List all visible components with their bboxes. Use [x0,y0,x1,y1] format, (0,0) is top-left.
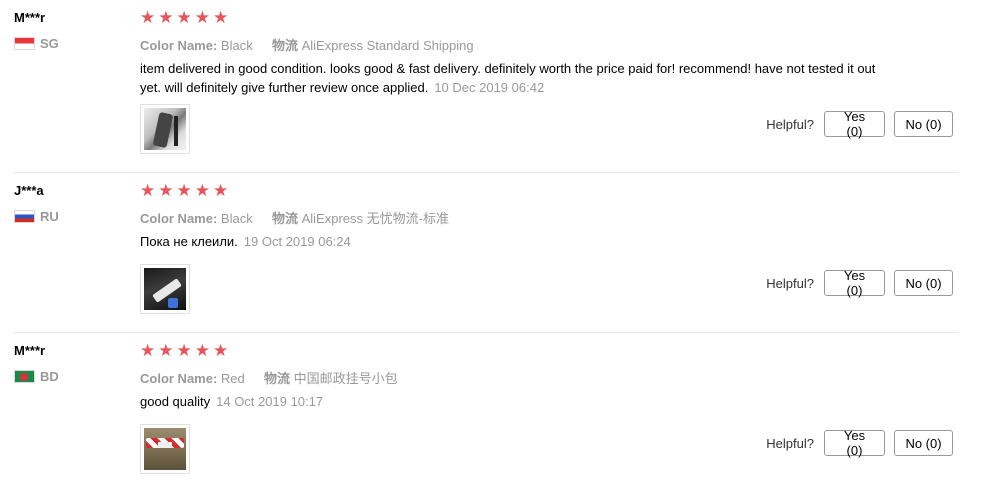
star-rating: ★ ★ ★ ★ ★ [140,10,228,27]
color-name-value: Black [220,211,253,226]
helpful-yes-button[interactable]: Yes (0) [824,109,885,139]
star-icon: ★ [140,8,156,28]
star-icon: ★ [176,8,192,28]
order-attributes: Color Name: Black 物流 AliExpress Standard… [140,35,474,54]
star-rating: ★ ★ ★ ★ ★ [140,343,228,360]
reviewer-name: J***a [14,183,44,198]
bangladesh-flag-icon [14,370,35,383]
star-icon: ★ [213,341,229,361]
product-photo [144,108,186,150]
star-icon: ★ [176,181,192,201]
singapore-flag-icon [14,37,35,50]
reviewer-name: M***r [14,10,46,25]
color-name-label: Color Name: [140,38,218,53]
shipping-value: AliExpress Standard Shipping [301,38,474,53]
star-icon: ★ [140,181,156,201]
helpful-no-button[interactable]: No (0) [894,430,953,456]
star-icon: ★ [176,341,192,361]
helpful-vote: Helpful? Yes (0) No (0) [766,428,953,458]
order-attributes: Color Name: Red 物流 中国邮政挂号小包 [140,368,398,387]
review-text: Пока не клеили. 19 Oct 2019 06:24 [140,232,880,251]
star-icon: ★ [213,181,229,201]
helpful-yes-button[interactable]: Yes (0) [824,428,885,458]
review-body: good quality [140,394,211,409]
star-icon: ★ [158,341,174,361]
shipping-label: 物流 [271,211,298,226]
color-name-value: Black [220,38,253,53]
star-icon: ★ [194,8,210,28]
review-text: item delivered in good condition. looks … [140,59,880,97]
review-item: M***r SG ★ ★ ★ ★ ★ Color Name: Black 物流 … [0,0,981,173]
russia-flag-icon [14,210,35,223]
review-item: J***a RU ★ ★ ★ ★ ★ Color Name: Black 物流 … [0,173,981,333]
shipping-label: 物流 [271,38,298,53]
helpful-label: Helpful? [766,275,814,291]
review-body: Пока не клеили. [140,234,238,249]
shipping-value: 中国邮政挂号小包 [293,371,398,386]
star-icon: ★ [194,341,210,361]
review-date: 10 Dec 2019 06:42 [434,80,545,95]
review-item: M***r BD ★ ★ ★ ★ ★ Color Name: Red 物流 中国… [0,333,981,492]
reviewer-country: RU [14,209,59,224]
review-photo-thumbnail[interactable] [140,104,190,154]
helpful-vote: Helpful? Yes (0) No (0) [766,268,953,298]
color-name-value: Red [220,371,245,386]
color-name-label: Color Name: [140,371,218,386]
helpful-no-button[interactable]: No (0) [894,111,953,137]
star-icon: ★ [213,8,229,28]
helpful-vote: Helpful? Yes (0) No (0) [766,109,953,139]
product-photo [144,268,186,310]
helpful-label: Helpful? [766,435,814,451]
review-date: 19 Oct 2019 06:24 [243,234,351,249]
country-code: BD [40,369,59,384]
helpful-yes-button[interactable]: Yes (0) [824,268,885,298]
reviewer-name: M***r [14,343,46,358]
product-photo [144,428,186,470]
reviewer-country: BD [14,369,59,384]
color-name-label: Color Name: [140,211,218,226]
review-date: 14 Oct 2019 10:17 [216,394,324,409]
star-icon: ★ [158,8,174,28]
shipping-value: AliExpress 无忧物流-标准 [301,211,449,226]
country-code: RU [40,209,59,224]
star-icon: ★ [194,181,210,201]
helpful-label: Helpful? [766,116,814,132]
helpful-no-button[interactable]: No (0) [894,270,953,296]
shipping-label: 物流 [264,371,291,386]
review-text: good quality 14 Oct 2019 10:17 [140,392,880,411]
review-photo-thumbnail[interactable] [140,424,190,474]
review-photo-thumbnail[interactable] [140,264,190,314]
reviewer-country: SG [14,36,59,51]
star-rating: ★ ★ ★ ★ ★ [140,183,228,200]
star-icon: ★ [158,181,174,201]
order-attributes: Color Name: Black 物流 AliExpress 无忧物流-标准 [140,208,449,227]
country-code: SG [40,36,59,51]
star-icon: ★ [140,341,156,361]
